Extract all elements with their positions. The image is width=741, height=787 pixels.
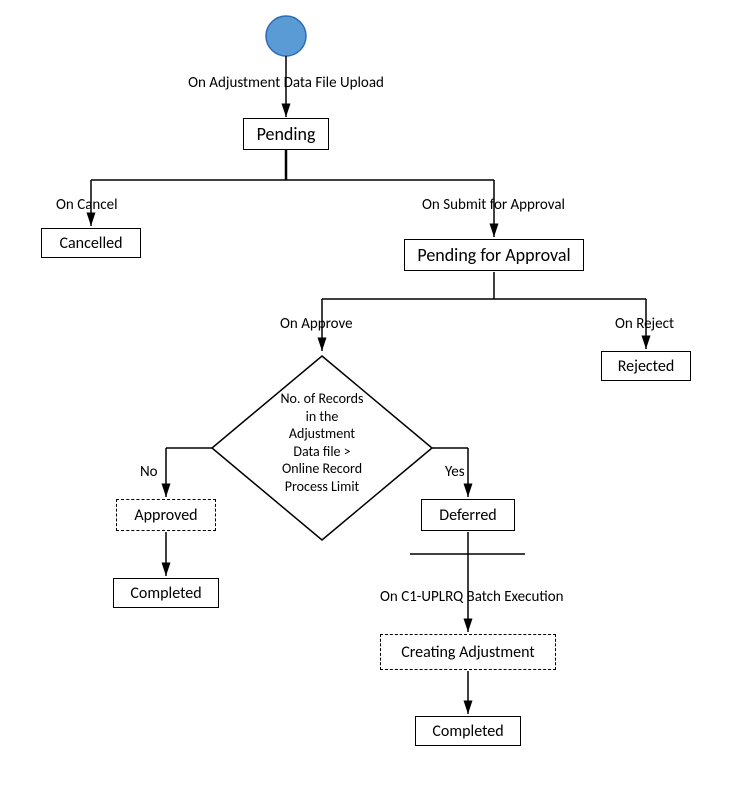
start-node <box>266 16 306 56</box>
node-label: Completed <box>432 722 503 741</box>
decision-line: Process Limit <box>285 478 359 495</box>
decision-line: in the <box>306 408 339 425</box>
decision-line: Adjustment <box>289 425 355 442</box>
edge-label-submit: On Submit for Approval <box>422 196 565 214</box>
node-label: Completed <box>130 584 201 603</box>
node-label: Deferred <box>439 506 496 525</box>
edge-label-cancel: On Cancel <box>56 196 118 214</box>
edge-label-upload: On Adjustment Data File Upload <box>186 74 386 92</box>
node-pending: Pending <box>243 118 329 150</box>
node-pending-approval: Pending for Approval <box>404 239 584 271</box>
node-completed-right: Completed <box>415 716 521 746</box>
node-label: Pending for Approval <box>417 244 570 266</box>
node-approved: Approved <box>116 499 216 531</box>
flowchart-stage: On Adjustment Data File Upload On Cancel… <box>0 0 741 787</box>
decision-text: No. of Records in the Adjustment Data fi… <box>247 390 397 495</box>
node-rejected: Rejected <box>601 351 691 381</box>
node-label: Rejected <box>618 357 674 376</box>
node-label: Cancelled <box>59 234 122 253</box>
edge-label-no: No <box>140 463 158 481</box>
node-creating-adjustment: Creating Adjustment <box>380 634 556 670</box>
node-deferred: Deferred <box>421 499 515 531</box>
decision-line: Online Record <box>282 460 362 477</box>
edge-label-approve: On Approve <box>280 315 353 333</box>
edge-label-batch: On C1-UPLRQ Batch Execution <box>380 588 563 606</box>
node-completed-left: Completed <box>113 578 219 608</box>
node-label: Approved <box>134 506 197 525</box>
node-label: Creating Adjustment <box>401 643 535 662</box>
decision-line: No. of Records <box>281 390 364 407</box>
edge-label-reject: On Reject <box>615 315 674 333</box>
edge-label-yes: Yes <box>445 463 465 481</box>
decision-line: Data file > <box>293 443 350 460</box>
node-cancelled: Cancelled <box>41 228 141 258</box>
node-label: Pending <box>257 123 316 145</box>
